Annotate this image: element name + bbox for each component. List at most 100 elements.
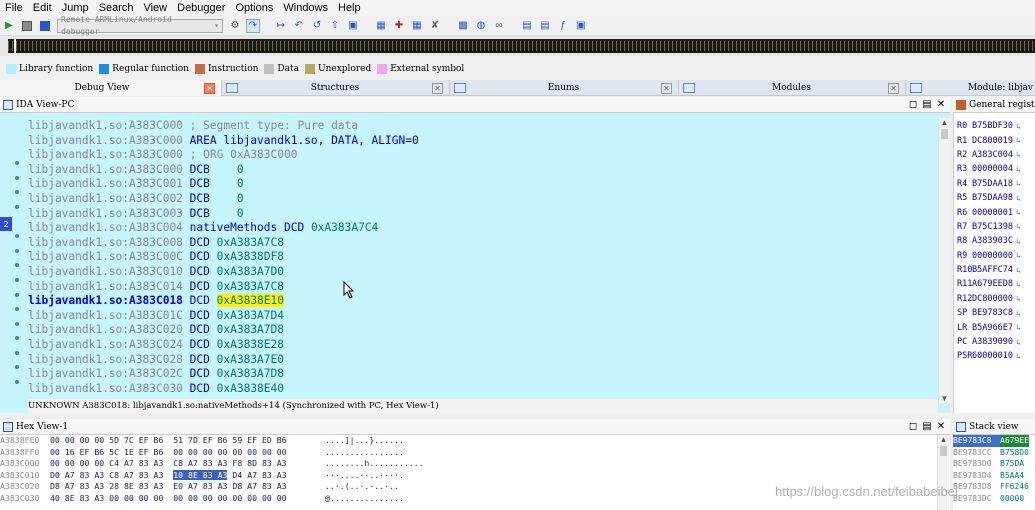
register-value[interactable]: B75C1398 (972, 222, 1013, 232)
close-icon[interactable]: ✕ (661, 82, 672, 94)
pin-icon[interactable]: ▤ (922, 99, 932, 110)
code-line[interactable]: libjavandk1.so:A383C000 ; Segment type: … (28, 119, 419, 134)
hex-bytes[interactable]: 00 00 00 00 5D 7C EF B6 51 7D EF B6 59 E… (50, 435, 325, 447)
segments-icon[interactable]: ▤ (520, 19, 534, 33)
register-value[interactable]: B75BDF30 (972, 121, 1013, 131)
jump-arrow-icon[interactable]: ↳ (1016, 323, 1021, 332)
code-line[interactable]: libjavandk1.so:A383C010 DCD 0xA383A7D0 (28, 265, 419, 280)
register-row[interactable]: R5 B75DAA98 ↳ (954, 191, 1035, 205)
register-row[interactable]: R11 A679EED8 ↳ (954, 277, 1035, 291)
jump-arrow-icon[interactable]: ↳ (1016, 165, 1021, 174)
scroll-down-icon[interactable]: ▼ (939, 394, 950, 403)
register-row[interactable]: R4 B75DAA18 ↳ (954, 177, 1035, 191)
register-row[interactable]: R3 00000004 ↳ (954, 162, 1035, 176)
menu-item-debugger[interactable]: Debugger (172, 2, 230, 14)
step-over-icon[interactable]: ↦ (274, 19, 288, 33)
code-line[interactable]: libjavandk1.so:A383C018 DCD 0xA3838E10 (28, 294, 419, 309)
hex-row[interactable]: A383C010 D0 A7 83 A3 C8 A7 83 A3 10 8E 83… (0, 469, 950, 482)
register-value[interactable]: B75DAA98 (972, 193, 1013, 203)
code-line[interactable]: libjavandk1.so:A383C02C DCD 0xA383A7D8 (28, 367, 419, 382)
register-row[interactable]: R6 00000001 ↳ (954, 205, 1035, 219)
code-line[interactable]: libjavandk1.so:A383C024 DCD 0xA3838E28 (28, 338, 419, 353)
tab-debug-view[interactable]: Debug View ✕ (0, 80, 222, 96)
menu-item-jump[interactable]: Jump (57, 2, 94, 14)
register-value[interactable]: B5AFFC74 (972, 265, 1013, 275)
register-row[interactable]: R12 DC800000 ↳ (954, 292, 1035, 306)
jump-arrow-icon[interactable]: ↳ (1016, 266, 1021, 275)
line-operand[interactable]: 0xA3838E10 (216, 294, 284, 308)
menu-item-edit[interactable]: Edit (28, 2, 57, 14)
register-row[interactable]: R7 B75C1398 ↳ (954, 220, 1035, 234)
registers-panel[interactable]: R0 B75BDF30 ↳ R1 DC800019 ↳ R2 A383C004 ↳ R3 00000… (953, 113, 1035, 413)
register-row[interactable]: R9 00000000 ↳ (954, 249, 1035, 263)
stack-row[interactable]: BE9783D4 B5AA4 (953, 470, 1035, 482)
hex-bytes[interactable]: D8 A7 83 A3 28 8E 83 A3 E0 A7 83 A3 D8 A… (50, 481, 325, 493)
close-icon[interactable]: ✕ (432, 82, 443, 94)
debugger-select[interactable]: Remote ARMLinux/Android debugger ▾ (57, 15, 223, 36)
jump-arrow-icon[interactable]: ↳ (1016, 237, 1021, 246)
jump-arrow-icon[interactable]: ↳ (1016, 352, 1021, 361)
stack-row[interactable]: BE9783DC 00000 (953, 493, 1035, 505)
register-value[interactable]: DC800000 (972, 294, 1013, 304)
register-row[interactable]: LR B5A966E7 ↳ (954, 320, 1035, 334)
jump-arrow-icon[interactable]: ↳ (1016, 150, 1021, 159)
scroll-thumb[interactable] (941, 129, 948, 139)
restore-icon[interactable]: ◻ (908, 421, 918, 432)
jump-arrow-icon[interactable]: ↳ (1016, 122, 1021, 131)
register-value[interactable]: 00000001 (972, 208, 1013, 218)
hex-bytes[interactable]: 00 00 00 00 C4 A7 83 A3 C8 A7 83 A3 F8 8… (50, 458, 325, 470)
jump-arrow-icon[interactable]: ↳ (1016, 136, 1021, 145)
code-line[interactable]: libjavandk1.so:A383C008 DCD 0xA383A7C8 (28, 236, 419, 251)
code-line[interactable]: libjavandk1.so:A383C00C DCD 0xA3838DF8 (28, 250, 419, 265)
hex-bytes[interactable]: 40 8E 83 A3 00 00 00 00 00 00 00 00 00 0… (50, 493, 325, 505)
menu-item-file[interactable]: File (0, 2, 28, 14)
register-row[interactable]: SP BE9783C8 ↳ (954, 306, 1035, 320)
breakpoint-list-icon[interactable]: ▦ (374, 19, 388, 33)
disassembly-listing[interactable]: libjavandk1.so:A383C000 ; Segment type: … (28, 119, 419, 396)
register-row[interactable]: R0 B75BDF30 ↳ (954, 119, 1035, 133)
clear-trace-icon[interactable]: ✘ (428, 19, 442, 33)
register-value[interactable]: A383C004 (972, 150, 1013, 160)
scroll-thumb[interactable] (940, 446, 947, 456)
xrefs-icon[interactable]: ◍ (474, 19, 488, 33)
names-icon[interactable]: ▤ (538, 19, 552, 33)
code-line[interactable]: libjavandk1.so:A383C000 AREA libjavandk1… (28, 134, 419, 149)
stack-row[interactable]: BE9783D0 B75DA (953, 458, 1035, 470)
close-icon[interactable]: ✕ (888, 82, 899, 94)
vertical-scrollbar[interactable]: ▲ ▼ (938, 118, 950, 403)
register-row[interactable]: R10 B5AFFC74 ↳ (954, 263, 1035, 277)
stack-view[interactable]: BE9783C8 A679EE BE9783CC B758D0 BE9783D0 B75D… (953, 435, 1035, 510)
code-line[interactable]: libjavandk1.so:A383C002 DCB 0 (28, 192, 419, 207)
close-icon[interactable]: ✕ (936, 421, 946, 432)
pause-icon[interactable] (20, 19, 34, 33)
hex-row[interactable]: A3838FF0 00 16 EF B6 5C 1E EF B6 00 00 00… (0, 447, 950, 459)
register-value[interactable]: A679EED8 (972, 279, 1013, 289)
menu-item-help[interactable]: Help (333, 2, 366, 14)
jump-arrow-icon[interactable]: ↳ (1016, 251, 1021, 260)
hex-row[interactable]: A3838FE0 00 00 00 00 5D 7C EF B6 51 7D EF… (0, 435, 950, 447)
register-row[interactable]: PC A3839090 ↳ (954, 335, 1035, 349)
stack-row[interactable]: BE9783CC B758D0 (953, 447, 1035, 459)
return-icon[interactable]: ⇧ (328, 19, 342, 33)
run-to-cursor-icon[interactable]: ↺ (310, 19, 324, 33)
jump-arrow-icon[interactable]: ↳ (1016, 280, 1021, 289)
register-value[interactable]: A3839090 (972, 337, 1013, 347)
hex-bytes[interactable]: 00 16 EF B6 5C 1E EF B6 00 00 00 00 00 0… (50, 447, 325, 459)
menu-item-view[interactable]: View (138, 2, 172, 14)
jump-arrow-icon[interactable]: ↳ (1016, 309, 1021, 318)
functions-icon[interactable]: ƒ (556, 19, 570, 33)
code-line[interactable]: libjavandk1.so:A383C001 DCB 0 (28, 177, 419, 192)
attach-icon[interactable]: ⚙ (228, 19, 242, 33)
stop-icon[interactable] (38, 19, 52, 33)
jump-arrow-icon[interactable]: ↳ (1016, 179, 1021, 188)
restore-icon[interactable]: ◻ (908, 99, 918, 110)
window-icon[interactable]: ▣ (346, 19, 360, 33)
jump-arrow-icon[interactable]: ↳ (1016, 294, 1021, 303)
register-value[interactable]: A383903C (972, 236, 1013, 246)
code-line[interactable]: libjavandk1.so:A383C003 DCB 0 (28, 207, 419, 222)
code-line[interactable]: libjavandk1.so:A383C030 DCD 0xA3838E40 (28, 382, 419, 397)
code-line[interactable]: libjavandk1.so:A383C020 DCD 0xA383A7D8 (28, 323, 419, 338)
hex-row[interactable]: A383C000 00 00 00 00 C4 A7 83 A3 C8 A7 83… (0, 458, 950, 470)
close-icon[interactable]: ✕ (936, 99, 946, 110)
jump-arrow-icon[interactable]: ↳ (1016, 338, 1021, 347)
